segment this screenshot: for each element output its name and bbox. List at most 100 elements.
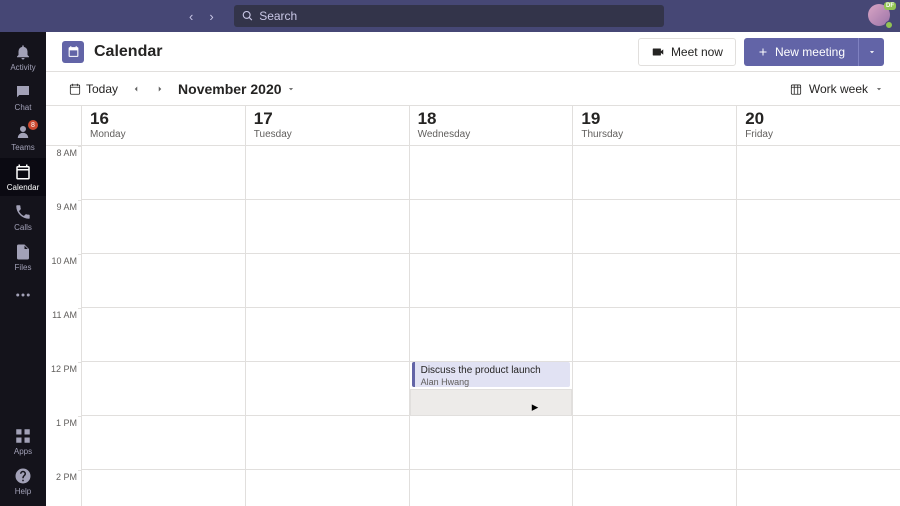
event-title: Discuss the product launch: [421, 365, 565, 377]
timeslot[interactable]: [246, 200, 409, 254]
chevron-down-icon: [867, 47, 877, 57]
next-period-button[interactable]: [148, 77, 172, 101]
timeslot[interactable]: [82, 470, 245, 506]
timeslot[interactable]: [246, 362, 409, 416]
timeslot[interactable]: [737, 254, 900, 308]
rail-activity[interactable]: Activity: [0, 38, 46, 76]
page-title: Calendar: [94, 43, 162, 61]
event-organizer: Alan Hwang: [421, 377, 565, 387]
avatar-initials: DF: [884, 2, 896, 10]
day-column[interactable]: [82, 146, 246, 506]
month-picker[interactable]: November 2020: [178, 81, 296, 97]
presence-indicator: [885, 21, 893, 29]
timeslot[interactable]: [573, 308, 736, 362]
history-forward-button[interactable]: ›: [205, 7, 217, 26]
page-header: Calendar Meet now New meeting: [46, 32, 900, 72]
timeslot[interactable]: [246, 416, 409, 470]
timeslot[interactable]: [82, 362, 245, 416]
prev-period-button[interactable]: [124, 77, 148, 101]
timeslot[interactable]: [82, 254, 245, 308]
day-name: Thursday: [581, 129, 728, 140]
timeslot[interactable]: [737, 416, 900, 470]
day-name: Tuesday: [254, 129, 401, 140]
rail-chat-label: Chat: [15, 103, 32, 112]
timeslot[interactable]: [410, 254, 573, 308]
timeslot[interactable]: [410, 416, 573, 470]
chevron-left-icon: [131, 84, 141, 94]
new-meeting-button[interactable]: New meeting: [744, 38, 858, 66]
title-bar: ‹ › DF: [0, 0, 900, 32]
timeslot[interactable]: [82, 308, 245, 362]
history-back-button[interactable]: ‹: [185, 7, 197, 26]
timeslot[interactable]: [410, 146, 573, 200]
new-meeting-dropdown[interactable]: [858, 38, 884, 66]
chevron-right-icon: [155, 84, 165, 94]
time-label: 1 PM: [46, 416, 81, 470]
today-label: Today: [86, 82, 118, 96]
rail-calendar[interactable]: Calendar: [0, 158, 46, 196]
timeslot[interactable]: [573, 416, 736, 470]
timeslot[interactable]: [82, 416, 245, 470]
timeslot[interactable]: [82, 200, 245, 254]
timeslot[interactable]: [82, 146, 245, 200]
time-label: 10 AM: [46, 254, 81, 308]
rail-chat[interactable]: Chat: [0, 78, 46, 116]
timeslot[interactable]: [573, 254, 736, 308]
rail-files[interactable]: Files: [0, 238, 46, 276]
time-gutter: 8 AM9 AM10 AM11 AM12 PM1 PM2 PM3 PM: [46, 146, 82, 506]
timeslot[interactable]: [573, 362, 736, 416]
new-meeting-label: New meeting: [775, 45, 845, 59]
rail-calls[interactable]: Calls: [0, 198, 46, 236]
timeslot[interactable]: [737, 470, 900, 506]
rail-more[interactable]: [0, 278, 46, 314]
day-column[interactable]: [737, 146, 900, 506]
timeslot[interactable]: [246, 254, 409, 308]
timeslot[interactable]: [246, 470, 409, 506]
timeslot[interactable]: [410, 470, 573, 506]
rail-apps[interactable]: Apps: [0, 422, 46, 460]
time-gutter-header: [46, 106, 82, 145]
timeslot[interactable]: [737, 200, 900, 254]
view-switcher[interactable]: Work week: [789, 82, 884, 96]
calendar-event[interactable]: Discuss the product launchAlan Hwang: [412, 362, 571, 387]
day-header[interactable]: 18 Wednesday: [410, 106, 574, 145]
time-label: 9 AM: [46, 200, 81, 254]
day-number: 19: [581, 110, 728, 127]
timeslot[interactable]: [573, 470, 736, 506]
rail-teams-badge: 8: [28, 120, 38, 130]
calendar-grid-scroll[interactable]: 8 AM9 AM10 AM11 AM12 PM1 PM2 PM3 PM Discu…: [46, 146, 900, 506]
time-label: 8 AM: [46, 146, 81, 200]
view-label: Work week: [809, 82, 868, 96]
day-header[interactable]: 16 Monday: [82, 106, 246, 145]
search-box[interactable]: [234, 5, 664, 27]
day-column[interactable]: Discuss the product launchAlan Hwang▸: [410, 146, 574, 506]
timeslot[interactable]: [410, 308, 573, 362]
search-input[interactable]: [259, 9, 656, 23]
day-header[interactable]: 17 Tuesday: [246, 106, 410, 145]
rail-help-label: Help: [15, 487, 31, 496]
day-column[interactable]: [246, 146, 410, 506]
profile-avatar[interactable]: DF: [868, 4, 892, 28]
timeslot[interactable]: [737, 146, 900, 200]
timeslot[interactable]: [737, 308, 900, 362]
today-icon: [68, 82, 82, 96]
timeslot[interactable]: [737, 362, 900, 416]
timeslot[interactable]: [573, 146, 736, 200]
timeslot[interactable]: [246, 146, 409, 200]
day-number: 20: [745, 110, 892, 127]
day-header[interactable]: 20 Friday: [737, 106, 900, 145]
rail-teams[interactable]: Teams 8: [0, 118, 46, 156]
meet-now-button[interactable]: Meet now: [638, 38, 736, 66]
today-button[interactable]: Today: [62, 79, 124, 99]
rail-teams-label: Teams: [11, 143, 35, 152]
app-rail: Activity Chat Teams 8 Calendar Calls Fil…: [0, 32, 46, 506]
day-column[interactable]: [573, 146, 737, 506]
timeslot[interactable]: [246, 308, 409, 362]
selected-timeslot[interactable]: [410, 389, 573, 416]
day-header[interactable]: 19 Thursday: [573, 106, 737, 145]
timeslot[interactable]: [573, 200, 736, 254]
rail-help[interactable]: Help: [0, 462, 46, 500]
timeslot[interactable]: [410, 200, 573, 254]
month-label-text: November 2020: [178, 81, 282, 97]
time-label: 11 AM: [46, 308, 81, 362]
